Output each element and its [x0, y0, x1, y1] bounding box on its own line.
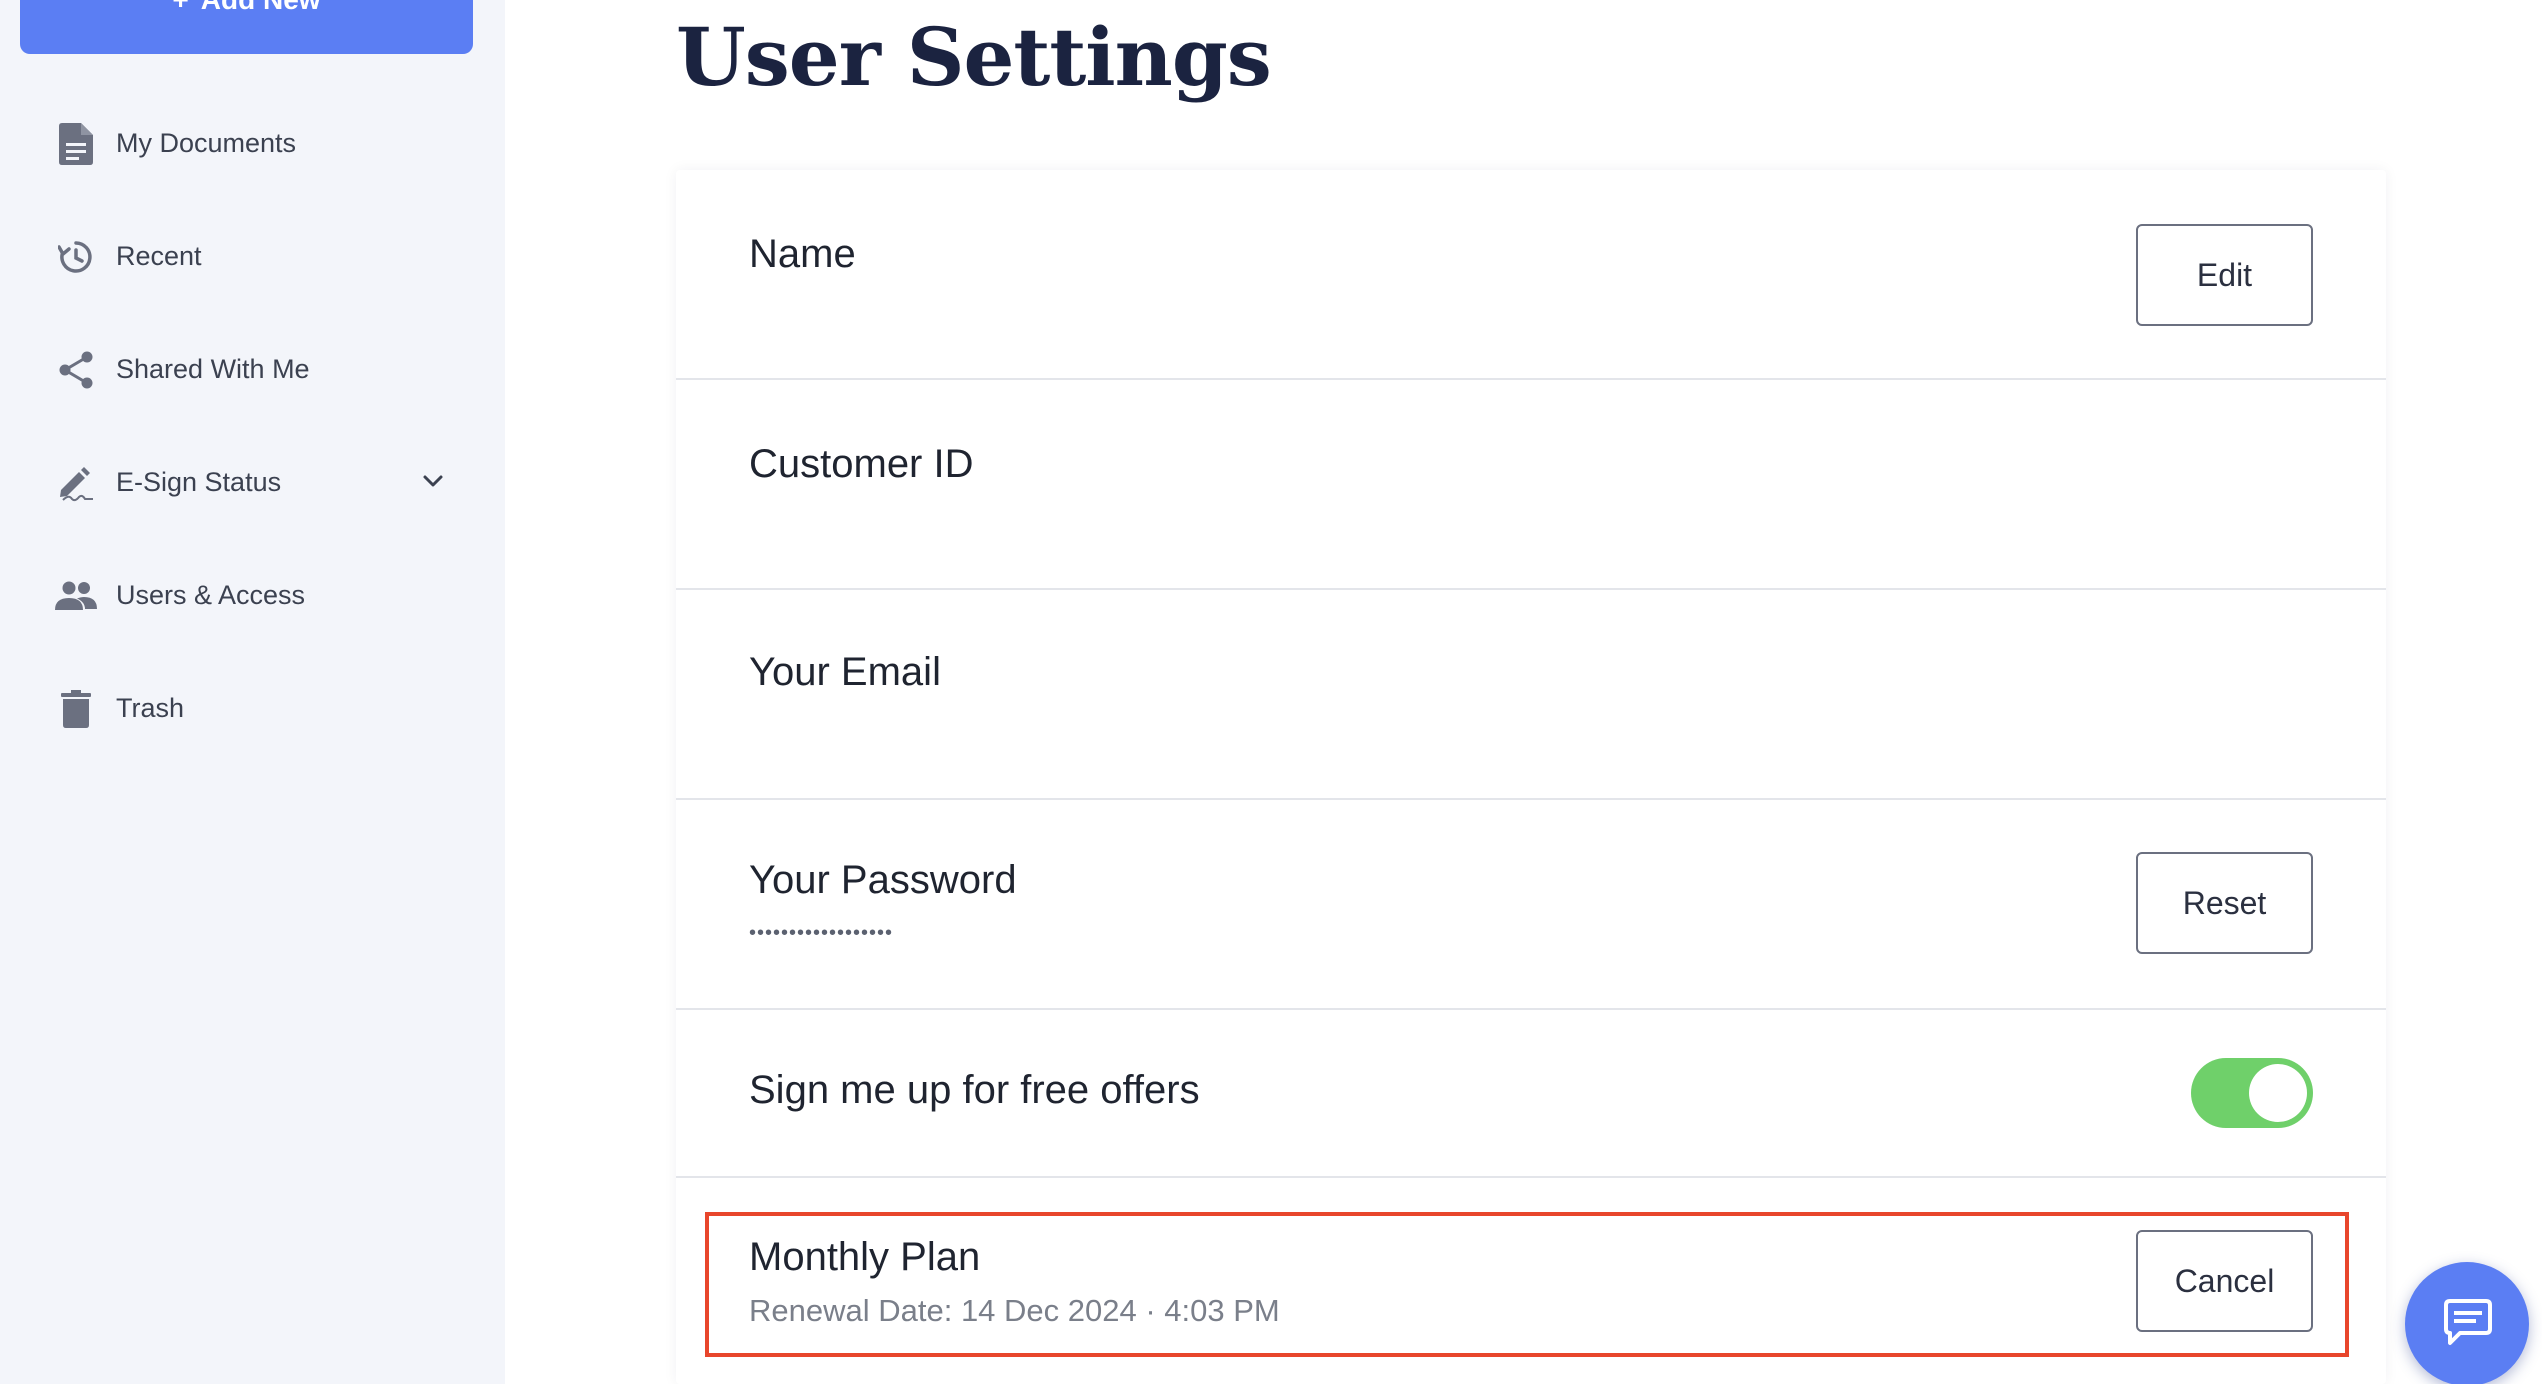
users-icon: [55, 575, 97, 617]
settings-row-customer-id: Customer ID: [676, 380, 2386, 590]
settings-row-offers: Sign me up for free offers: [676, 1010, 2386, 1178]
sidebar-item-label: Recent: [116, 240, 202, 271]
toggle-knob: [2249, 1064, 2307, 1122]
sidebar-item-my-documents[interactable]: My Documents: [0, 103, 505, 183]
sidebar-item-label: My Documents: [116, 127, 297, 158]
edit-name-button[interactable]: Edit: [2136, 224, 2313, 326]
trash-icon: [55, 688, 97, 730]
chevron-down-icon[interactable]: [418, 466, 448, 496]
settings-row-email: Your Email: [676, 590, 2386, 800]
sidebar-item-label: E-Sign Status: [116, 466, 282, 497]
sidebar-item-label: Shared With Me: [116, 353, 310, 384]
sidebar-item-recent[interactable]: Recent: [0, 216, 505, 296]
add-new-button[interactable]: + Add New: [20, 0, 473, 54]
password-masked-value: ••••••••••••••••••: [749, 922, 894, 944]
plan-highlight-box: [705, 1212, 2349, 1357]
add-new-label: Add New: [201, 0, 321, 16]
reset-password-button[interactable]: Reset: [2136, 852, 2313, 954]
sidebar-item-e-sign-status[interactable]: E-Sign Status: [0, 442, 505, 522]
sidebar-item-label: Users & Access: [116, 579, 306, 610]
settings-row-name: Name Edit: [676, 170, 2386, 380]
sidebar-item-trash[interactable]: Trash: [0, 668, 505, 748]
sidebar-item-users-access[interactable]: Users & Access: [0, 555, 505, 635]
sidebar-item-shared-with-me[interactable]: Shared With Me: [0, 329, 505, 409]
sidebar: + Add New My Documents Recent Shared Wit…: [0, 0, 505, 1384]
history-icon: [55, 236, 97, 278]
signature-pen-icon: [55, 462, 97, 504]
chat-icon: [2440, 1297, 2494, 1352]
password-label: Your Password: [749, 858, 1017, 902]
settings-card: Name Edit Customer ID Your Email Your Pa…: [676, 170, 2386, 1384]
offers-label: Sign me up for free offers: [749, 1068, 1200, 1112]
document-icon: [55, 123, 97, 165]
chat-button[interactable]: [2405, 1262, 2529, 1384]
email-label: Your Email: [749, 650, 941, 694]
sidebar-item-label: Trash: [116, 692, 185, 723]
offers-toggle[interactable]: [2191, 1058, 2313, 1128]
customer-id-label: Customer ID: [749, 442, 974, 486]
page-title: User Settings: [676, 10, 1272, 104]
settings-row-password: Your Password •••••••••••••••••• Reset: [676, 800, 2386, 1010]
share-icon: [55, 349, 97, 391]
name-label: Name: [749, 232, 856, 276]
plus-icon: +: [172, 0, 188, 16]
